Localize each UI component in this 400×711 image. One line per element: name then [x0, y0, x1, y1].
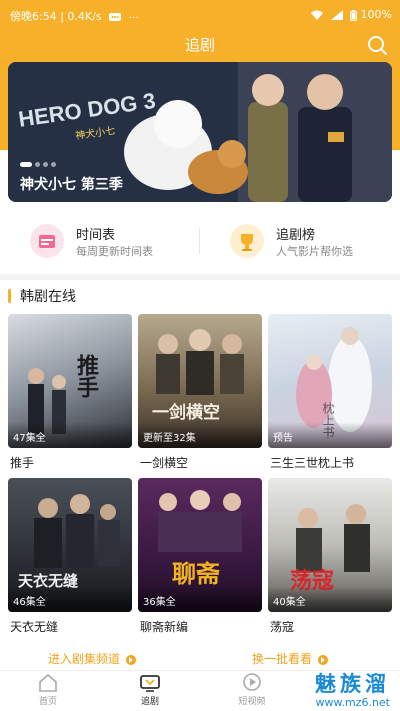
drama-title: 三生三世枕上书: [270, 456, 355, 470]
section-divider: [0, 274, 400, 280]
calendar-icon: [30, 224, 64, 258]
refresh-icon: [318, 654, 329, 665]
section-header: 韩剧在线: [0, 284, 400, 308]
carousel-dot[interactable]: [35, 162, 40, 167]
watermark-brand: 魅族溜: [315, 672, 390, 696]
nav-label: 短视频: [238, 697, 266, 707]
drama-poster[interactable]: 一剑横空 更新至32集: [138, 314, 262, 448]
carousel-dot[interactable]: [20, 162, 32, 167]
drama-poster[interactable]: 枕上书 预告: [268, 314, 392, 448]
battery-icon: [350, 9, 358, 21]
title-bar: 追剧: [0, 30, 400, 58]
enter-channel-link[interactable]: 进入剧集频道: [48, 650, 137, 667]
episode-badge: 36集全: [143, 597, 176, 608]
episode-badge: 47集全: [13, 433, 46, 444]
shortcut-subtitle: 每周更新时间表: [76, 245, 153, 258]
drama-title: 天衣无缝: [10, 620, 59, 634]
episode-badge: 46集全: [13, 597, 46, 608]
home-icon: [39, 673, 57, 692]
section-title: 韩剧在线: [20, 289, 76, 305]
episode-badge: 预告: [273, 433, 293, 444]
enter-channel-label: 进入剧集频道: [48, 652, 121, 666]
notification-icon: [109, 13, 122, 21]
more-dots-icon: ···: [128, 10, 140, 24]
play-icon: [243, 673, 261, 691]
drama-poster[interactable]: 推手 47集全: [8, 314, 132, 448]
poster-title: 聊斋: [172, 559, 221, 588]
network-speed: 0.4K/s: [67, 10, 102, 23]
divider: [199, 228, 200, 254]
search-icon[interactable]: [366, 34, 388, 56]
banner-carousel[interactable]: HERO DOG 3 神犬小七 神犬小七 第三季: [8, 62, 392, 202]
carousel-dot[interactable]: [43, 162, 48, 167]
shortcut-row: 时间表 每周更新时间表 追剧榜 人气影片帮你选: [0, 212, 400, 268]
nav-item-shorts[interactable]: 短视频: [222, 673, 282, 707]
status-time: 傍晚6:54: [10, 10, 57, 23]
shortcut-subtitle: 人气影片帮你选: [276, 245, 353, 258]
shortcut-title: 追剧榜: [276, 228, 316, 243]
nav-label: 追剧: [140, 697, 159, 707]
wifi-icon: [311, 10, 324, 20]
nav-label: 首页: [38, 697, 57, 707]
episode-badge: 更新至32集: [143, 433, 196, 444]
shortcut-title: 时间表: [76, 228, 116, 243]
section-accent-bar: [8, 289, 11, 303]
drama-poster[interactable]: 荡寇 40集全: [268, 478, 392, 612]
drama-title: 一剑横空: [140, 456, 189, 470]
nav-item-drama[interactable]: 追剧: [120, 673, 180, 707]
section-actions: 进入剧集频道 换一批看看: [0, 646, 400, 670]
carousel-dot[interactable]: [51, 162, 56, 167]
signal-icon: [330, 10, 343, 20]
arrow-right-icon: [126, 654, 137, 665]
page-title: 追剧: [184, 36, 215, 54]
drama-title: 推手: [10, 456, 35, 470]
tv-icon: [140, 675, 160, 692]
nav-item-home[interactable]: 首页: [18, 673, 78, 707]
drama-poster[interactable]: 聊斋 36集全: [138, 478, 262, 612]
episode-badge: 40集全: [273, 597, 306, 608]
refresh-batch-label: 换一批看看: [252, 652, 313, 666]
drama-poster[interactable]: 天衣无缝 46集全: [8, 478, 132, 612]
poster-title: 推手: [73, 354, 99, 399]
banner-caption: 神犬小七 第三季: [20, 177, 123, 193]
watermark: 魅族溜 www.mz6.net: [315, 668, 390, 709]
status-bar: 傍晚6:54 | 0.4K/s ··· 100%: [10, 8, 392, 24]
drama-title: 荡寇: [270, 620, 295, 634]
refresh-batch-link[interactable]: 换一批看看: [252, 650, 329, 667]
trophy-icon: [230, 224, 264, 258]
poster-title: 一剑横空: [152, 402, 220, 423]
watermark-url: www.mz6.net: [315, 696, 390, 709]
battery-level: 100%: [360, 8, 392, 21]
carousel-indicator: [20, 152, 59, 171]
drama-title: 聊斋新编: [140, 620, 189, 634]
